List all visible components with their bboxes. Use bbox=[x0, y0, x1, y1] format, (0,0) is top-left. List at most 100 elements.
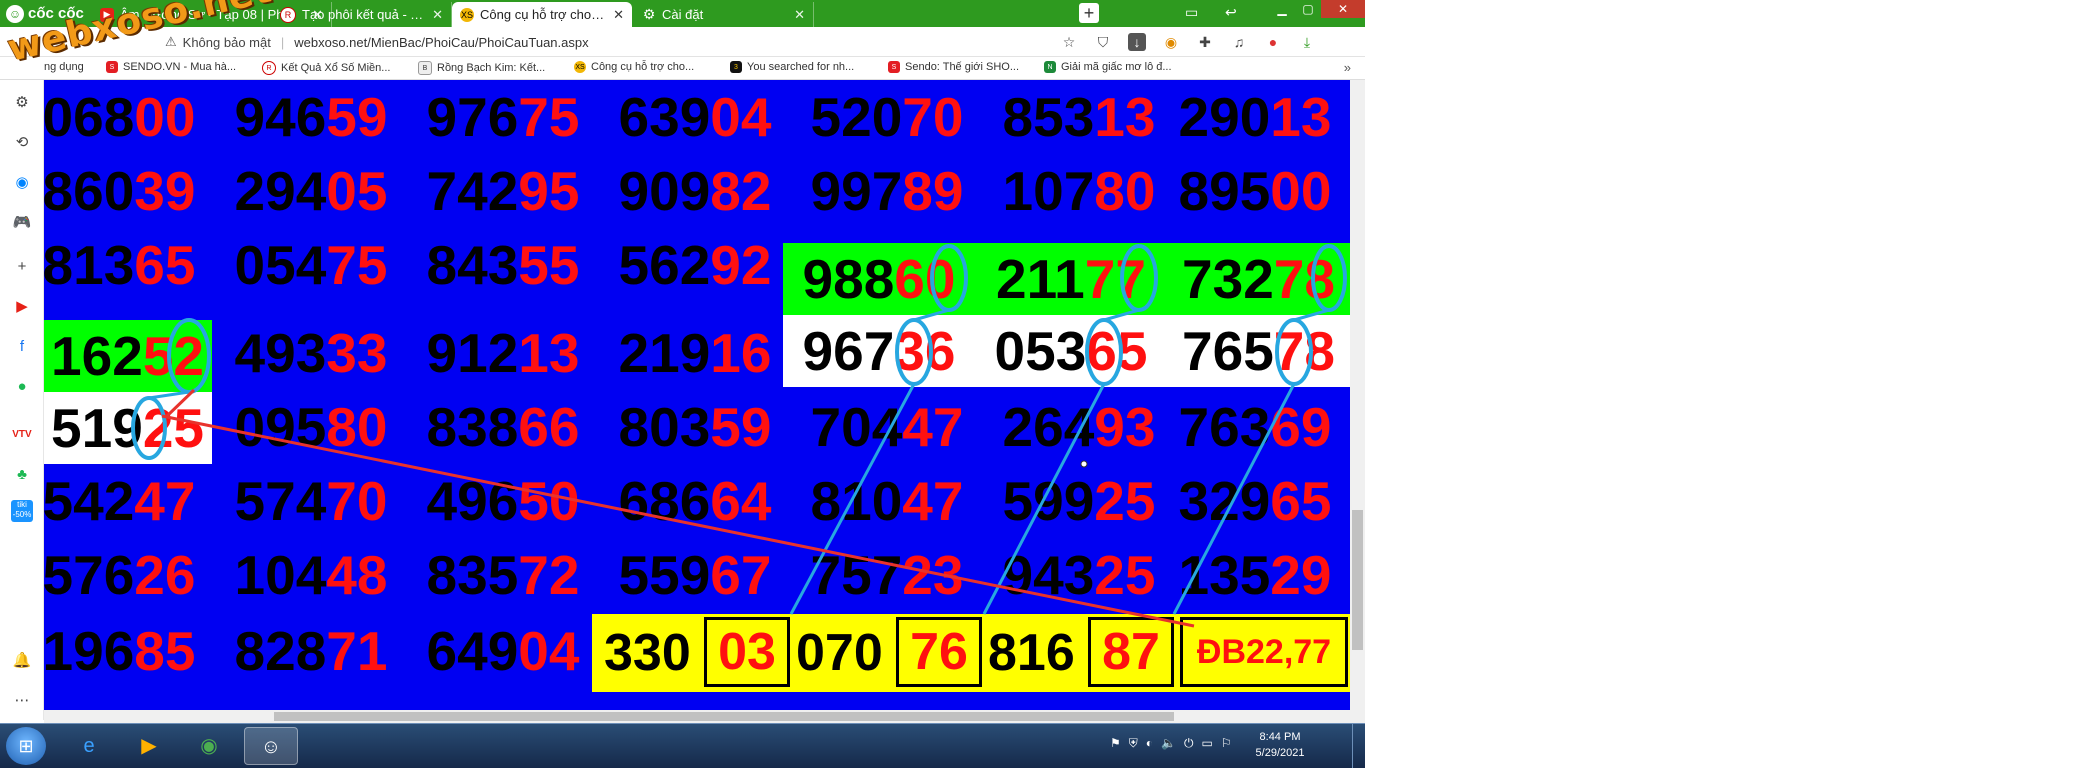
grid-cell: 85313 bbox=[1002, 86, 1156, 148]
webxoso-icon: R bbox=[280, 6, 296, 23]
shield-tray-icon[interactable]: ⛨ bbox=[1129, 736, 1138, 751]
result-tail-box: 03 bbox=[704, 617, 790, 687]
grid-cell: 83572 bbox=[426, 544, 580, 606]
profile-icon[interactable]: ● bbox=[1264, 33, 1282, 51]
clock[interactable]: 8:44 PM 5/29/2021 bbox=[1240, 729, 1320, 761]
grid-cell: 64904 bbox=[426, 620, 580, 682]
shield-icon[interactable]: ⛉ bbox=[1094, 33, 1112, 51]
vtv-icon[interactable]: VTV bbox=[11, 424, 33, 446]
close-icon[interactable]: ✕ bbox=[794, 7, 805, 23]
media-icon[interactable]: ♫ bbox=[1230, 33, 1248, 51]
tiki-icon[interactable]: tiki -50% bbox=[11, 500, 33, 522]
365-icon: 3 bbox=[730, 61, 742, 73]
url-text[interactable]: webxoso.net/MienBac/PhoiCau/PhoiCauTuan.… bbox=[294, 35, 588, 50]
download-icon[interactable]: ↓ bbox=[1128, 33, 1146, 51]
settings-icon[interactable]: ⚙ bbox=[11, 92, 33, 114]
chrome-extension-icon[interactable]: ◉ bbox=[1162, 33, 1180, 51]
bookmark-label: Công cụ hỗ trợ cho... bbox=[591, 61, 695, 73]
tab-title: Cài đặt bbox=[662, 7, 704, 22]
antivirus-icon[interactable]: ◐ bbox=[1146, 736, 1153, 751]
bookmark-star-icon[interactable]: ☆ bbox=[1060, 33, 1078, 51]
spotify-icon[interactable]: ● bbox=[11, 376, 33, 398]
xoso-icon: XS bbox=[574, 61, 586, 73]
gamepad-icon[interactable]: 🎮 bbox=[11, 212, 33, 234]
tab-settings[interactable]: ⚙ Cài đặt ✕ bbox=[634, 2, 814, 27]
coccoc-taskbar-icon[interactable]: ☺ bbox=[244, 727, 298, 765]
vertical-scrollbar[interactable] bbox=[1350, 80, 1365, 710]
flag-icon[interactable]: ⚐ bbox=[1221, 736, 1232, 751]
bookmark-sendo-2[interactable]: S Sendo: Thế giới SHO... bbox=[888, 61, 1019, 73]
grid-cell: 57626 bbox=[44, 544, 196, 606]
lottery-grid: 06800 94659 97675 63904 52070 85313 2901… bbox=[44, 80, 1350, 710]
grid-cell-highlight: 21177 bbox=[975, 243, 1167, 315]
cast-icon[interactable]: ▭ bbox=[1185, 4, 1198, 21]
maximize-icon[interactable]: ▢ bbox=[1295, 0, 1321, 18]
shopping-icon[interactable]: ♣ bbox=[11, 464, 33, 486]
add-icon[interactable]: + bbox=[11, 256, 33, 278]
taskbar: ⊞ e ▶ ◉ ☺ ⚑ ⛨ ◐ 🔈 ⏻ ▭ ⚐ 8:44 PM 5/29/202… bbox=[0, 723, 1365, 768]
puzzle-icon[interactable]: ✚ bbox=[1196, 33, 1214, 51]
bookmark-cong-cu[interactable]: XS Công cụ hỗ trợ cho... bbox=[574, 61, 694, 73]
youtube-icon[interactable]: ▶ bbox=[11, 296, 33, 318]
bookmark-label: Sendo: Thế giới SHO... bbox=[905, 61, 1020, 73]
tab-cong-cu[interactable]: XS Công cụ hỗ trợ cho người ch ✕ bbox=[452, 2, 632, 27]
window-close-icon[interactable]: ✕ bbox=[1321, 0, 1365, 18]
grid-cell: 94325 bbox=[1002, 544, 1156, 606]
system-tray: ⚑ ⛨ ◐ 🔈 ⏻ ▭ ⚐ bbox=[1110, 736, 1232, 751]
back-arrow-icon[interactable]: ↩ bbox=[1225, 4, 1237, 21]
volume-icon[interactable]: 🔈 bbox=[1161, 736, 1176, 751]
notification-bell-icon[interactable]: 🔔 bbox=[11, 650, 33, 672]
grid-cell: 83866 bbox=[426, 396, 580, 458]
start-button-icon[interactable]: ⊞ bbox=[6, 727, 46, 765]
vertical-scroll-thumb[interactable] bbox=[1352, 510, 1363, 650]
close-icon[interactable]: ✕ bbox=[613, 7, 624, 23]
power-icon[interactable]: ⏻ bbox=[1184, 736, 1194, 751]
tab-tao-phoi[interactable]: R Tạo phôi kết quả - Tổng hợp ✕ bbox=[272, 2, 452, 27]
show-desktop-button[interactable] bbox=[1352, 724, 1365, 768]
grid-cell: 94659 bbox=[234, 86, 388, 148]
bookmark-kqxs[interactable]: R Kết Quả Xổ Số Miền... bbox=[262, 61, 390, 75]
bookmark-giai-ma[interactable]: N Giải mã giấc mơ lô đ... bbox=[1044, 61, 1172, 73]
special-prize-box: ĐB22,77 bbox=[1180, 617, 1348, 687]
close-icon[interactable]: ✕ bbox=[432, 7, 443, 23]
bookmark-sendo[interactable]: S SENDO.VN - Mua hà... bbox=[106, 61, 236, 73]
internet-explorer-icon[interactable]: e bbox=[62, 727, 116, 765]
facebook-icon[interactable]: f bbox=[11, 336, 33, 358]
grid-cell: 56292 bbox=[618, 234, 772, 296]
grid-cell: 59925 bbox=[1002, 470, 1156, 532]
bookmark-apps[interactable]: ng dụng bbox=[44, 61, 84, 73]
grid-cell: 49333 bbox=[234, 322, 388, 384]
grid-cell: 13529 bbox=[1178, 544, 1332, 606]
grid-cell: 80359 bbox=[618, 396, 772, 458]
chrome-icon[interactable]: ◉ bbox=[182, 727, 236, 765]
grid-cell: 97675 bbox=[426, 86, 580, 148]
messenger-icon[interactable]: ◉ bbox=[11, 172, 33, 194]
address-bar[interactable]: ⚠ Không bảo mật | webxoso.net/MienBac/Ph… bbox=[165, 30, 1085, 54]
horizontal-scrollbar[interactable] bbox=[44, 710, 1365, 723]
more-options-icon[interactable]: ⋯ bbox=[11, 690, 33, 712]
bookmark-rong-bach-kim[interactable]: B Rồng Bạch Kim: Kết... bbox=[418, 61, 545, 75]
grid-cell: 84355 bbox=[426, 234, 580, 296]
result-head: 816 bbox=[988, 624, 1075, 682]
downloads-icon[interactable]: ⤓ bbox=[1298, 33, 1316, 51]
history-icon[interactable]: ⟲ bbox=[11, 132, 33, 154]
horizontal-scroll-thumb[interactable] bbox=[274, 712, 1174, 721]
media-player-icon[interactable]: ▶ bbox=[122, 727, 176, 765]
bookmark-label: ng dụng bbox=[44, 61, 84, 73]
network-icon[interactable]: ⚑ bbox=[1110, 736, 1121, 751]
minimize-icon[interactable]: ▁ bbox=[1269, 0, 1295, 18]
toolbar: ← → ⚠ Không bảo mật | webxoso.net/MienBa… bbox=[0, 27, 1365, 57]
grid-cell: 10448 bbox=[234, 544, 388, 606]
rbk-icon: B bbox=[418, 61, 432, 75]
grid-cell: 49650 bbox=[426, 470, 580, 532]
battery-icon[interactable]: ▭ bbox=[1201, 736, 1212, 751]
bookmarks-more-icon[interactable]: » bbox=[1344, 60, 1351, 75]
grid-cell: 09580 bbox=[234, 396, 388, 458]
grid-cell: 89500 bbox=[1178, 160, 1332, 222]
new-tab-button[interactable]: + bbox=[1079, 3, 1099, 23]
sendo-icon: S bbox=[106, 61, 118, 73]
clock-time: 8:44 PM bbox=[1259, 731, 1301, 743]
grid-cell-highlight: 96736 bbox=[783, 315, 975, 387]
bookmark-365[interactable]: 3 You searched for nh... bbox=[730, 61, 854, 73]
kqxs-icon: R bbox=[262, 61, 276, 75]
